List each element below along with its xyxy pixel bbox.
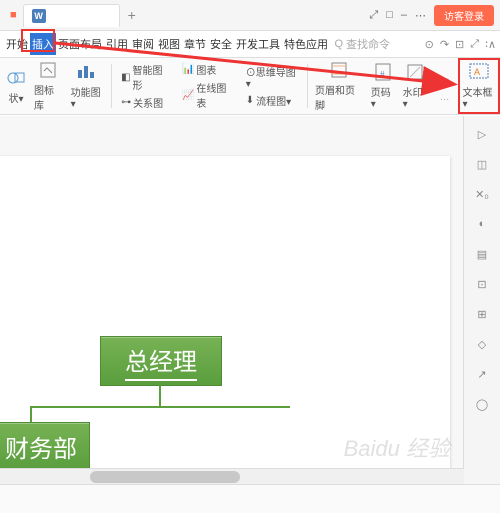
scrollbar-thumb[interactable]: [90, 471, 240, 483]
side-icon-6[interactable]: ⊡: [474, 276, 490, 292]
tab-review[interactable]: 审阅: [130, 33, 156, 55]
side-icon-9[interactable]: ↗: [474, 366, 490, 382]
mindmap-button[interactable]: ⊙思维导图▾: [243, 63, 301, 91]
menu-icon-3[interactable]: ⊡: [455, 38, 464, 51]
add-tab-button[interactable]: +: [128, 7, 136, 23]
title-bar: ■ W + ⤢ □ – ⋯ 访客登录: [0, 0, 500, 31]
menu-icon-2[interactable]: ↷: [440, 38, 449, 51]
org-connector: [159, 384, 161, 406]
chart-icon: 📊: [182, 64, 194, 75]
fn-chart-icon: [77, 62, 97, 82]
window-btn-2[interactable]: □: [386, 9, 393, 21]
side-icon-10[interactable]: ◯: [474, 396, 490, 412]
word-icon: W: [32, 9, 46, 23]
tab-insert[interactable]: 插入: [30, 33, 56, 55]
search-area[interactable]: Q 查找命令: [334, 36, 390, 52]
fn-chart-button[interactable]: 功能图▾: [67, 60, 108, 112]
side-icon-2[interactable]: ◫: [474, 156, 490, 172]
document-canvas[interactable]: 总经理 财务部 内部 市场部: [0, 116, 464, 469]
side-icon-8[interactable]: ◇: [474, 336, 490, 352]
online-chart-icon: 📈: [182, 90, 194, 101]
page-num-icon: #: [373, 62, 393, 82]
icon-lib-button[interactable]: 图标库: [30, 58, 67, 114]
tab-dev-tools[interactable]: 开发工具: [234, 33, 282, 55]
smartart-button[interactable]: ◧智能图形: [118, 61, 173, 93]
tab-special[interactable]: 特色应用: [282, 33, 330, 55]
window-btn-4[interactable]: ⋯: [415, 9, 426, 22]
app-logo: ■: [10, 9, 17, 21]
menu-right-icons: ⊙ ↷ ⊡ ⤢ ∶∧: [425, 38, 496, 51]
watermark-button[interactable]: 水印▾: [399, 60, 431, 112]
tab-security[interactable]: 安全: [208, 33, 234, 55]
menu-tabs: 开始 插入 页面布局 引用 审阅 视图 章节 安全 开发工具 特色应用: [4, 33, 330, 55]
tab-page-layout[interactable]: 页面布局: [56, 33, 104, 55]
ribbon: 状▾ 图标库 功能图▾ ◧智能图形 ⊶关系图 📊图表 📈在线图表 ⊙思维导图▾ …: [0, 58, 500, 115]
side-icon-1[interactable]: ▷: [474, 126, 490, 142]
side-icon-5[interactable]: ▤: [474, 246, 490, 262]
document-page: 总经理 财务部 内部 市场部: [0, 156, 450, 469]
chart-button[interactable]: 📊图表: [179, 61, 237, 78]
shapes-icon: [6, 68, 26, 88]
textbox-icon: A: [469, 62, 489, 82]
icon-lib-icon: [38, 60, 58, 80]
tab-start[interactable]: 开始: [4, 33, 30, 55]
side-icon-3[interactable]: ✕₀: [474, 186, 490, 202]
horizontal-scrollbar[interactable]: [0, 468, 464, 485]
online-chart-button[interactable]: 📈在线图表: [179, 79, 237, 111]
org-connector: [30, 406, 290, 408]
side-icon-7[interactable]: ⊞: [474, 306, 490, 322]
smartart-icon: ◧: [121, 72, 130, 83]
menu-icon-5[interactable]: ∶∧: [485, 38, 496, 51]
tab-references[interactable]: 引用: [104, 33, 130, 55]
flow-icon: ⬇: [246, 95, 254, 106]
search-placeholder: 查找命令: [346, 36, 390, 52]
more-button[interactable]: ⋯…: [431, 68, 459, 105]
svg-text:A: A: [474, 67, 480, 77]
tab-area: ■ W +: [0, 4, 136, 27]
svg-text:#: #: [380, 70, 385, 79]
org-finance[interactable]: 财务部: [0, 422, 90, 469]
org-connector: [30, 406, 32, 422]
search-icon: Q: [334, 38, 343, 50]
document-tab[interactable]: W: [23, 4, 120, 27]
tab-view[interactable]: 视图: [156, 33, 182, 55]
side-icon-4[interactable]: ◐: [474, 216, 490, 232]
more-icon: ⋯: [435, 70, 455, 90]
textbox-button[interactable]: A文本框▾: [459, 60, 500, 112]
menu-icon-4[interactable]: ⤢: [470, 38, 479, 51]
shapes-button[interactable]: 状▾: [2, 66, 30, 107]
window-btn-1[interactable]: ⤢: [369, 9, 378, 22]
status-bar: [0, 484, 500, 513]
menu-icon-1[interactable]: ⊙: [425, 38, 434, 51]
header-footer-button[interactable]: 页眉和页脚: [311, 58, 367, 114]
flow-button[interactable]: ⬇流程图▾: [243, 92, 301, 109]
title-right: ⤢ □ – ⋯ 访客登录: [369, 5, 500, 26]
relation-icon: ⊶: [121, 97, 131, 108]
side-panel: ▷ ◫ ✕₀ ◐ ▤ ⊡ ⊞ ◇ ↗ ◯: [463, 116, 500, 485]
window-btn-3[interactable]: –: [401, 9, 407, 21]
relation-button[interactable]: ⊶关系图: [118, 94, 173, 111]
header-footer-icon: [329, 60, 349, 80]
org-root[interactable]: 总经理: [100, 336, 222, 386]
watermark-icon: [405, 62, 425, 82]
tab-sections[interactable]: 章节: [182, 33, 208, 55]
menu-bar: 开始 插入 页面布局 引用 审阅 视图 章节 安全 开发工具 特色应用 Q 查找…: [0, 31, 500, 58]
login-button[interactable]: 访客登录: [434, 5, 494, 26]
page-num-button[interactable]: #页码▾: [367, 60, 399, 112]
